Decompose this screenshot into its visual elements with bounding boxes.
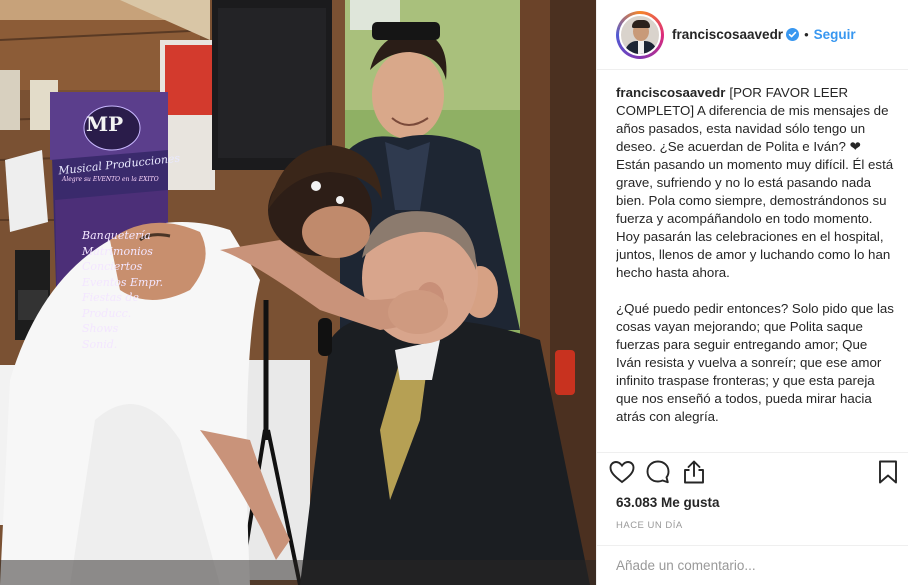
comment-box xyxy=(597,545,908,585)
heart-icon xyxy=(609,460,635,489)
comment-button[interactable] xyxy=(643,459,673,489)
banner-item: Producc. xyxy=(82,306,132,320)
banner-logo: MP xyxy=(86,112,124,136)
save-button[interactable] xyxy=(873,459,903,489)
like-button[interactable] xyxy=(607,459,637,489)
follow-button[interactable]: Seguir xyxy=(814,27,856,42)
post-side-panel: franciscosaavedr • Seguir franciscosaave… xyxy=(596,0,908,585)
bookmark-icon xyxy=(877,459,899,490)
divider xyxy=(597,452,908,453)
banner-item: Sonid. xyxy=(82,337,118,351)
post-header: franciscosaavedr • Seguir xyxy=(597,0,908,70)
share-icon xyxy=(682,459,706,490)
banner-subtitle: Alegre su EVENTO en la EXITO xyxy=(62,176,159,183)
header-username[interactable]: franciscosaavedr xyxy=(672,27,783,42)
post-caption: franciscosaavedr [POR FAVOR LEER COMPLETO… xyxy=(616,84,894,454)
post-photo[interactable]: MP Musical Producciones Alegre su EVENTO… xyxy=(0,0,596,585)
banner-item: Shows xyxy=(82,322,119,335)
verified-badge-icon xyxy=(786,28,800,41)
comment-input[interactable] xyxy=(616,558,886,573)
caption-text: [POR FAVOR LEER COMPLETO] A diferencia d… xyxy=(616,85,894,280)
separator-dot: • xyxy=(804,27,809,42)
banner-item: Conciertos xyxy=(82,260,143,273)
share-button[interactable] xyxy=(679,459,709,489)
comment-bubble-icon xyxy=(645,459,671,490)
banner-item: Fiestas de xyxy=(82,291,139,304)
banner-item: Banquetería xyxy=(82,229,151,242)
banner-item: Matrimonios xyxy=(82,244,153,258)
profile-photo xyxy=(619,13,661,56)
caption-paragraph: ¿Qué puedo pedir entonces? Solo pido que… xyxy=(616,301,894,424)
caption-paragraph: franciscosaavedr [POR FAVOR LEER COMPLETO… xyxy=(616,84,894,282)
like-count[interactable]: 63.083 Me gusta xyxy=(616,495,720,510)
avatar[interactable] xyxy=(616,10,664,59)
instagram-post: MP Musical Producciones Alegre su EVENTO… xyxy=(0,0,908,585)
banner-item: Eventos Empr. xyxy=(82,275,164,289)
banner-list: Banquetería Matrimonios Conciertos Event… xyxy=(82,228,163,352)
action-bar xyxy=(607,455,903,491)
caption-username[interactable]: franciscosaavedr xyxy=(616,85,725,100)
post-timestamp[interactable]: HACE UN DÍA xyxy=(616,520,683,531)
